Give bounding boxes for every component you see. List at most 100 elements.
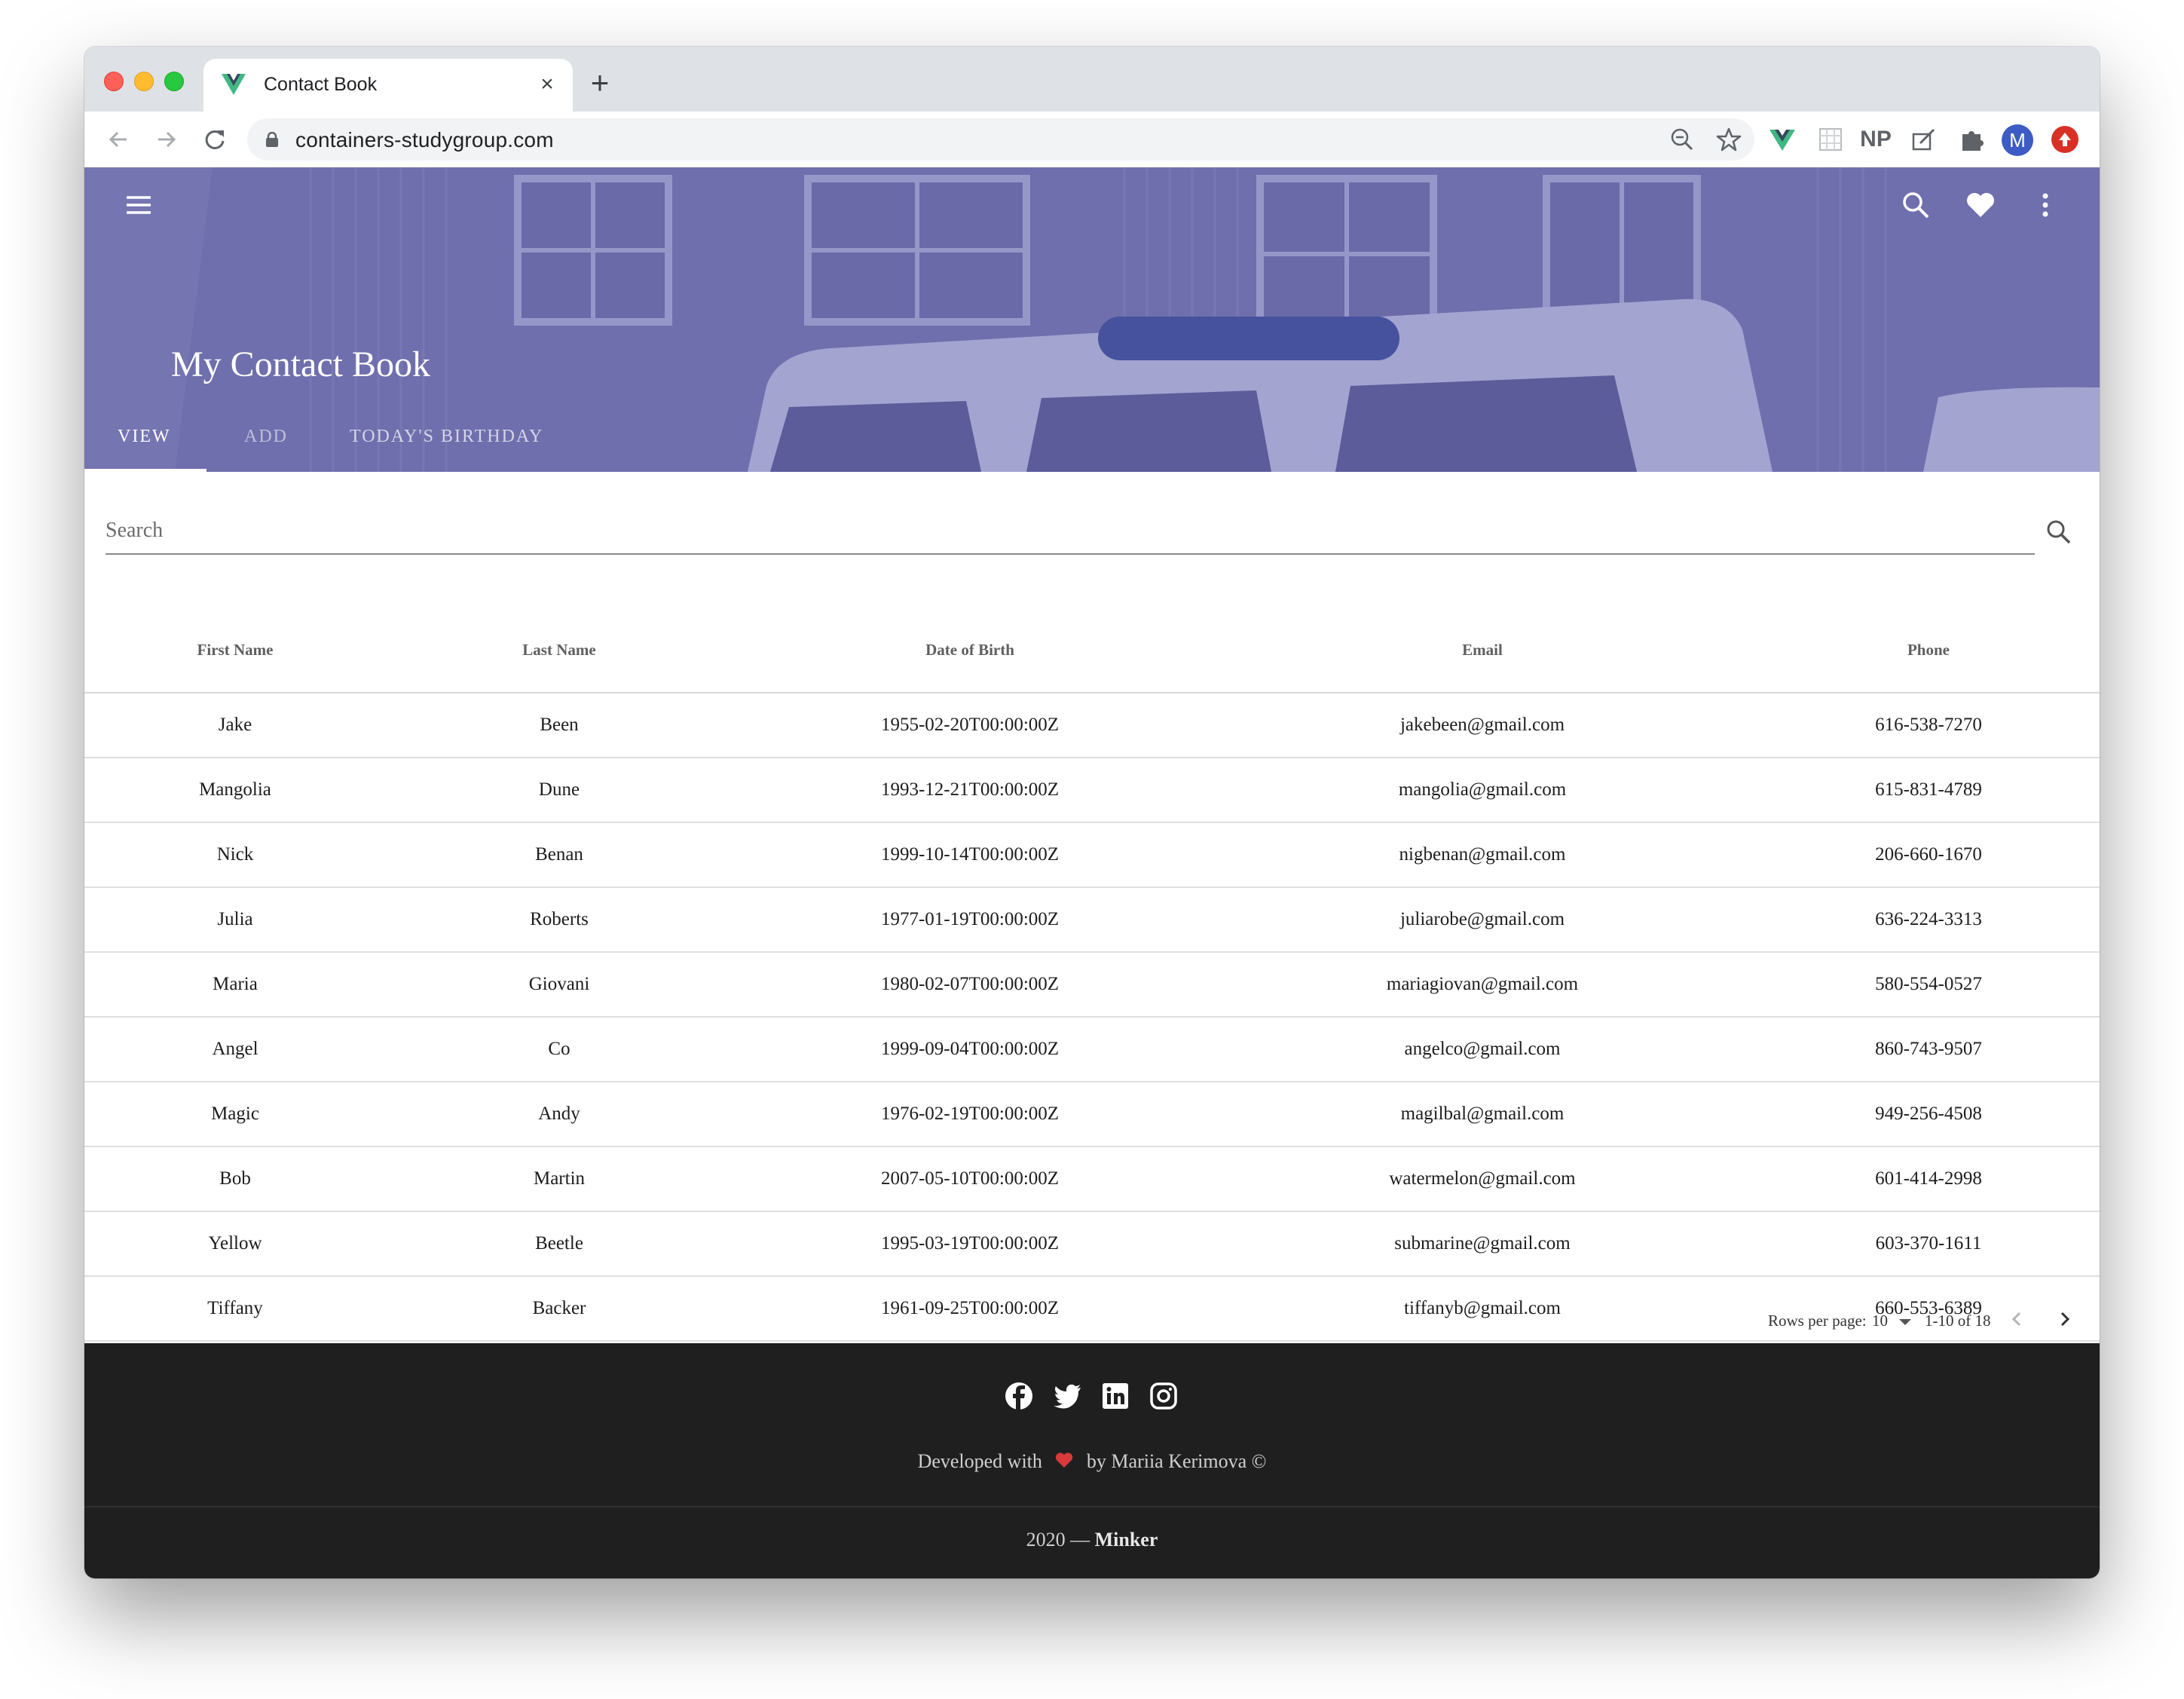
cell-phone: 580-554-0527 xyxy=(1757,952,2100,1018)
cell-last-name: Roberts xyxy=(386,887,733,953)
cell-first-name: Magic xyxy=(84,1082,386,1147)
cell-email: angelco@gmail.com xyxy=(1207,1017,1757,1082)
vue-devtools-extension-icon[interactable] xyxy=(1766,124,1798,155)
cell-date-of-birth: 1993-12-21T00:00:00Z xyxy=(733,758,1207,823)
table-row[interactable]: Maria Giovani 1980-02-07T00:00:00Z maria… xyxy=(84,952,2100,1018)
developed-with-prefix: Developed with xyxy=(917,1450,1042,1472)
table-row[interactable]: Magic Andy 1976-02-19T00:00:00Z magilbal… xyxy=(84,1082,2100,1147)
table-row[interactable]: Julia Roberts 1977-01-19T00:00:00Z julia… xyxy=(84,887,2100,953)
cell-last-name: Andy xyxy=(386,1082,733,1147)
developed-with-line: Developed with by Mariia Kerimova © xyxy=(84,1450,2100,1473)
contacts-table: First Name Last Name Date of Birth Email… xyxy=(84,608,2100,1342)
reload-icon[interactable] xyxy=(199,124,231,155)
cell-date-of-birth: 1999-10-14T00:00:00Z xyxy=(733,822,1207,888)
browser-tab[interactable]: Contact Book × xyxy=(203,59,573,112)
page-range-text: 1-10 of 18 xyxy=(1925,1312,1991,1330)
cell-phone: 949-256-4508 xyxy=(1757,1082,2100,1147)
cell-email: mangolia@gmail.com xyxy=(1207,758,1757,823)
cell-first-name: Nick xyxy=(84,822,386,888)
table-row[interactable]: Mangolia Dune 1993-12-21T00:00:00Z mango… xyxy=(84,758,2100,823)
bookmark-star-icon[interactable] xyxy=(1715,126,1742,153)
cell-phone: 616-538-7270 xyxy=(1757,693,2100,758)
browser-window: Contact Book × + containers-studygroup.c… xyxy=(84,47,2100,1578)
search-field-icon[interactable] xyxy=(2044,517,2074,547)
tab-close-icon[interactable]: × xyxy=(534,71,561,98)
cell-date-of-birth: 2007-05-10T00:00:00Z xyxy=(733,1146,1207,1212)
cell-last-name: Beetle xyxy=(386,1211,733,1277)
tab-todays-birthday[interactable]: TODAY'S BIRTHDAY xyxy=(350,427,543,447)
tab-add[interactable]: ADD xyxy=(244,427,288,447)
copyright-line: 2020 — Minker xyxy=(84,1529,2100,1551)
edit-extension-icon[interactable] xyxy=(1908,124,1940,155)
dropdown-arrow-icon[interactable] xyxy=(1898,1318,1913,1327)
cell-phone: 206-660-1670 xyxy=(1757,822,2100,888)
column-header-first-name[interactable]: First Name xyxy=(84,608,386,693)
vue-logo-icon xyxy=(222,74,246,95)
instagram-icon[interactable] xyxy=(1149,1381,1179,1411)
new-tab-button[interactable]: + xyxy=(583,66,616,99)
copyright-name: Minker xyxy=(1094,1529,1158,1551)
table-row[interactable]: Nick Benan 1999-10-14T00:00:00Z nigbenan… xyxy=(84,822,2100,888)
cell-email: watermelon@gmail.com xyxy=(1207,1146,1757,1212)
next-page-icon[interactable] xyxy=(2054,1309,2075,1330)
table-pagination: Rows per page: 10 1-10 of 18 xyxy=(84,1295,2100,1343)
table-row[interactable]: Angel Co 1999-09-04T00:00:00Z angelco@gm… xyxy=(84,1017,2100,1082)
cell-phone: 601-414-2998 xyxy=(1757,1146,2100,1212)
cell-date-of-birth: 1980-02-07T00:00:00Z xyxy=(733,952,1207,1018)
grid-extension-icon[interactable] xyxy=(1815,124,1846,155)
cell-email: juliarobe@gmail.com xyxy=(1207,887,1757,953)
cell-phone: 603-370-1611 xyxy=(1757,1211,2100,1277)
cell-date-of-birth: 1995-03-19T00:00:00Z xyxy=(733,1211,1207,1277)
facebook-icon[interactable] xyxy=(1004,1381,1034,1411)
cell-date-of-birth: 1955-02-20T00:00:00Z xyxy=(733,693,1207,758)
table-row[interactable]: Jake Been 1955-02-20T00:00:00Z jakebeen@… xyxy=(84,693,2100,758)
cell-first-name: Julia xyxy=(84,887,386,953)
update-icon[interactable] xyxy=(2051,126,2078,153)
back-arrow-icon[interactable] xyxy=(102,124,134,155)
tab-view[interactable]: VIEW xyxy=(118,427,171,447)
cell-first-name: Bob xyxy=(84,1146,386,1212)
cell-phone: 860-743-9507 xyxy=(1757,1017,2100,1082)
table-row[interactable]: Bob Martin 2007-05-10T00:00:00Z watermel… xyxy=(84,1146,2100,1212)
heart-icon[interactable] xyxy=(1964,188,1997,222)
close-window-button[interactable] xyxy=(104,72,124,91)
column-header-last-name[interactable]: Last Name xyxy=(386,608,733,693)
address-bar[interactable]: containers-studygroup.com xyxy=(247,118,1754,161)
menu-hamburger-icon[interactable] xyxy=(122,188,155,222)
search-icon[interactable] xyxy=(1899,188,1932,222)
rows-per-page-select[interactable]: 10 xyxy=(1872,1312,1888,1330)
maximize-window-button[interactable] xyxy=(164,72,184,91)
minimize-window-button[interactable] xyxy=(134,72,154,91)
cell-phone: 636-224-3313 xyxy=(1757,887,2100,953)
profile-avatar[interactable]: M xyxy=(2002,124,2033,156)
cell-first-name: Yellow xyxy=(84,1211,386,1277)
cell-date-of-birth: 1999-09-04T00:00:00Z xyxy=(733,1017,1207,1082)
cell-email: nigbenan@gmail.com xyxy=(1207,822,1757,888)
cell-date-of-birth: 1977-01-19T00:00:00Z xyxy=(733,887,1207,953)
np-extension-icon[interactable]: NP xyxy=(1860,124,1892,155)
developed-by-author: by Mariia Kerimova © xyxy=(1086,1450,1267,1472)
url-text: containers-studygroup.com xyxy=(295,128,554,152)
cell-first-name: Mangolia xyxy=(84,758,386,823)
twitter-icon[interactable] xyxy=(1052,1381,1082,1411)
cell-email: mariagiovan@gmail.com xyxy=(1207,952,1757,1018)
more-vert-icon[interactable] xyxy=(2029,188,2062,222)
table-header-row: First Name Last Name Date of Birth Email… xyxy=(84,608,2100,693)
cell-email: jakebeen@gmail.com xyxy=(1207,693,1757,758)
previous-page-icon[interactable] xyxy=(2006,1309,2027,1330)
forward-arrow-icon[interactable] xyxy=(151,124,182,155)
table-row[interactable]: Yellow Beetle 1995-03-19T00:00:00Z subma… xyxy=(84,1211,2100,1277)
cell-date-of-birth: 1976-02-19T00:00:00Z xyxy=(733,1082,1207,1147)
column-header-email[interactable]: Email xyxy=(1207,608,1757,693)
cell-last-name: Martin xyxy=(386,1146,733,1212)
active-tab-indicator xyxy=(84,469,206,472)
zoom-out-icon[interactable] xyxy=(1669,126,1696,153)
footer-divider xyxy=(84,1506,2100,1508)
search-input[interactable] xyxy=(106,508,2035,555)
page-footer: Developed with by Mariia Kerimova © 2020… xyxy=(84,1343,2100,1578)
column-header-date-of-birth[interactable]: Date of Birth xyxy=(733,608,1207,693)
column-header-phone[interactable]: Phone xyxy=(1757,608,2100,693)
puzzle-extensions-icon[interactable] xyxy=(1956,124,1988,155)
linkedin-icon[interactable] xyxy=(1100,1381,1130,1411)
cell-last-name: Been xyxy=(386,693,733,758)
